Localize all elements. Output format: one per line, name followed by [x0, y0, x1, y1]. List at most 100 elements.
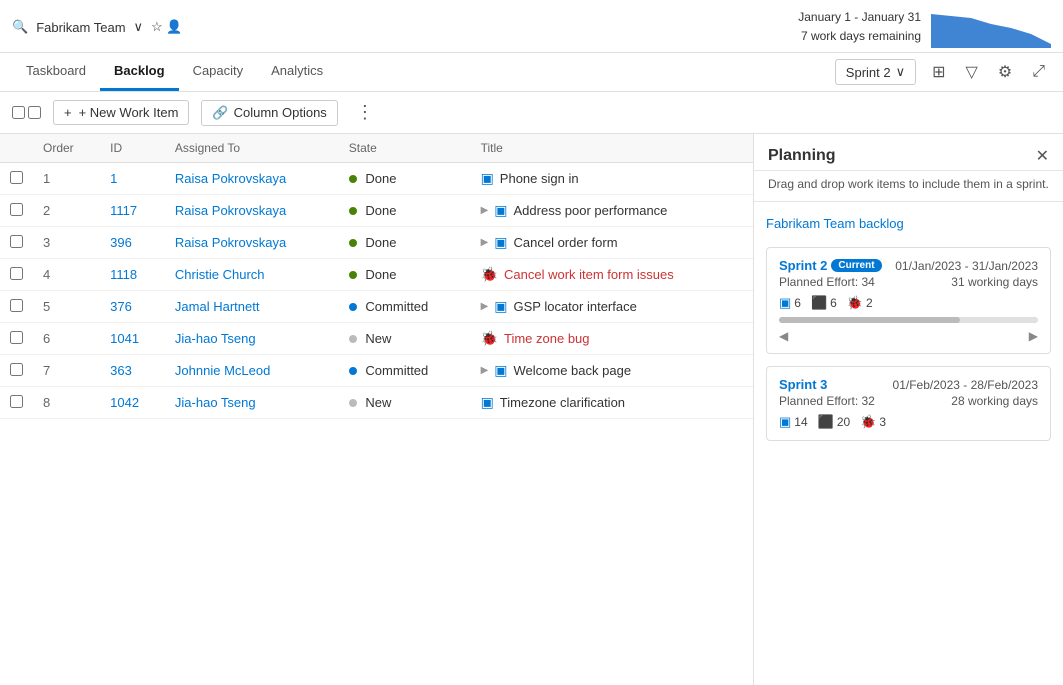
row-order: 4: [33, 259, 100, 291]
sprint-3-name[interactable]: Sprint 3: [779, 377, 827, 392]
sprint-2-icons: ▣ 6 ⬛ 6 🐞 2: [779, 295, 1038, 311]
row-id: 1118: [100, 259, 165, 291]
favorite-icon[interactable]: ☆: [151, 19, 163, 34]
row-checkbox-cell: [0, 355, 33, 387]
row-checkbox[interactable]: [10, 331, 23, 344]
settings-icon[interactable]: ⚙: [992, 58, 1018, 86]
select-checkbox-1[interactable]: [12, 106, 25, 119]
sprint-3-dates: 01/Feb/2023 - 28/Feb/2023: [893, 378, 1038, 392]
table-row: 3 396 Raisa Pokrovskaya Done ▶ ▣ Cancel …: [0, 227, 753, 259]
expand-arrow[interactable]: ▶: [481, 365, 489, 376]
row-assigned-to: Raisa Pokrovskaya: [165, 227, 339, 259]
bug-icon-s2: 🐞: [847, 295, 863, 311]
team-icon: 🔍: [12, 19, 28, 35]
scroll-right-icon[interactable]: ▶: [1029, 329, 1038, 343]
members-icon[interactable]: 👤: [166, 19, 182, 34]
table-row: 1 1 Raisa Pokrovskaya Done ▣ Phone sign …: [0, 163, 753, 195]
state-indicator: [349, 335, 357, 343]
work-item-title[interactable]: Address poor performance: [514, 203, 668, 218]
expand-arrow[interactable]: ▶: [481, 237, 489, 248]
planning-body: Fabrikam Team backlog Sprint 2 Current 0…: [754, 202, 1063, 685]
work-item-id-link[interactable]: 1041: [110, 331, 139, 346]
state-indicator: [349, 303, 357, 311]
work-item-type-icon: 🐞: [481, 330, 498, 347]
row-order: 3: [33, 227, 100, 259]
tab-taskboard[interactable]: Taskboard: [12, 53, 100, 91]
sprint-burndown-chart: [931, 6, 1051, 48]
expand-icon[interactable]: ⤢: [1026, 59, 1051, 85]
col-header-id: ID: [100, 134, 165, 163]
sprint-2-working-days: 31 working days: [951, 275, 1038, 289]
sprint-dropdown[interactable]: Sprint 2 ∨: [835, 59, 916, 85]
work-item-title[interactable]: Time zone bug: [504, 331, 590, 346]
expand-arrow[interactable]: ▶: [481, 205, 489, 216]
funnel-icon[interactable]: ▽: [960, 58, 984, 86]
sprint-3-stories-count: ▣ 14: [779, 414, 808, 430]
state-indicator: [349, 271, 357, 279]
row-checkbox[interactable]: [10, 299, 23, 312]
tab-analytics[interactable]: Analytics: [257, 53, 337, 91]
sprint-2-name[interactable]: Sprint 2: [779, 258, 827, 273]
row-checkbox[interactable]: [10, 395, 23, 408]
column-options-icon: 🔗: [212, 105, 228, 121]
row-checkbox-cell: [0, 323, 33, 355]
row-checkbox[interactable]: [10, 235, 23, 248]
row-id: 1: [100, 163, 165, 195]
fabrikam-backlog-link[interactable]: Fabrikam Team backlog: [766, 212, 1051, 235]
work-item-id-link[interactable]: 1118: [110, 267, 137, 282]
tab-backlog[interactable]: Backlog: [100, 53, 179, 91]
work-item-title[interactable]: Phone sign in: [500, 171, 579, 186]
col-header-assigned-to: Assigned To: [165, 134, 339, 163]
work-item-id-link[interactable]: 1117: [110, 203, 137, 218]
row-title: 🐞 Time zone bug: [471, 323, 753, 355]
task-icon-s3: ⬛: [818, 414, 834, 430]
tab-capacity[interactable]: Capacity: [179, 53, 258, 91]
work-item-id-link[interactable]: 1: [110, 171, 117, 186]
table-row: 8 1042 Jia-hao Tseng New ▣ Timezone clar…: [0, 387, 753, 419]
state-label: Done: [365, 203, 396, 218]
work-item-id-link[interactable]: 363: [110, 363, 132, 378]
sprint-date-info: January 1 - January 31 7 work days remai…: [798, 8, 921, 46]
work-item-title[interactable]: Cancel work item form issues: [504, 267, 674, 282]
select-checkbox-2[interactable]: [28, 106, 41, 119]
scroll-left-icon[interactable]: ◀: [779, 329, 788, 343]
more-options-button[interactable]: ⋮: [350, 98, 380, 127]
row-checkbox[interactable]: [10, 267, 23, 280]
work-item-type-icon: ▣: [494, 234, 507, 251]
select-all-checkboxes[interactable]: [12, 106, 41, 119]
row-title: ▶ ▣ Cancel order form: [471, 227, 753, 259]
row-assigned-to: Johnnie McLeod: [165, 355, 339, 387]
row-assigned-to: Christie Church: [165, 259, 339, 291]
work-item-title[interactable]: Welcome back page: [514, 363, 632, 378]
row-checkbox-cell: [0, 227, 33, 259]
filter-sliders-icon[interactable]: ⊞: [926, 58, 951, 86]
new-work-item-button[interactable]: + + New Work Item: [53, 100, 189, 125]
planning-title: Planning: [768, 147, 836, 165]
planning-close-button[interactable]: ✕: [1036, 146, 1049, 166]
work-item-id-link[interactable]: 376: [110, 299, 132, 314]
row-state: Done: [339, 195, 471, 227]
row-id: 376: [100, 291, 165, 323]
team-dropdown-caret[interactable]: ∨: [134, 19, 144, 35]
work-item-title[interactable]: Cancel order form: [514, 235, 618, 250]
work-item-title[interactable]: Timezone clarification: [500, 395, 625, 410]
row-checkbox[interactable]: [10, 203, 23, 216]
work-item-id-link[interactable]: 1042: [110, 395, 139, 410]
nav-bar: Taskboard Backlog Capacity Analytics Spr…: [0, 53, 1063, 92]
row-checkbox[interactable]: [10, 363, 23, 376]
expand-arrow[interactable]: ▶: [481, 301, 489, 312]
sprint-2-scrollbar[interactable]: [779, 317, 1038, 323]
title-cell: ▶ ▣ Address poor performance: [481, 202, 743, 219]
column-options-button[interactable]: 🔗 Column Options: [201, 100, 337, 126]
sprint-dropdown-label: Sprint 2: [846, 65, 891, 80]
row-checkbox[interactable]: [10, 171, 23, 184]
work-item-id-link[interactable]: 396: [110, 235, 132, 250]
work-item-type-icon: ▣: [494, 298, 507, 315]
row-checkbox-cell: [0, 387, 33, 419]
row-assigned-to: Raisa Pokrovskaya: [165, 195, 339, 227]
table-row: 7 363 Johnnie McLeod Committed ▶ ▣ Welco…: [0, 355, 753, 387]
bug-icon-s3: 🐞: [860, 414, 876, 430]
work-item-title[interactable]: GSP locator interface: [514, 299, 637, 314]
sprint-2-scroll-thumb: [779, 317, 960, 323]
row-assigned-to: Jamal Hartnett: [165, 291, 339, 323]
